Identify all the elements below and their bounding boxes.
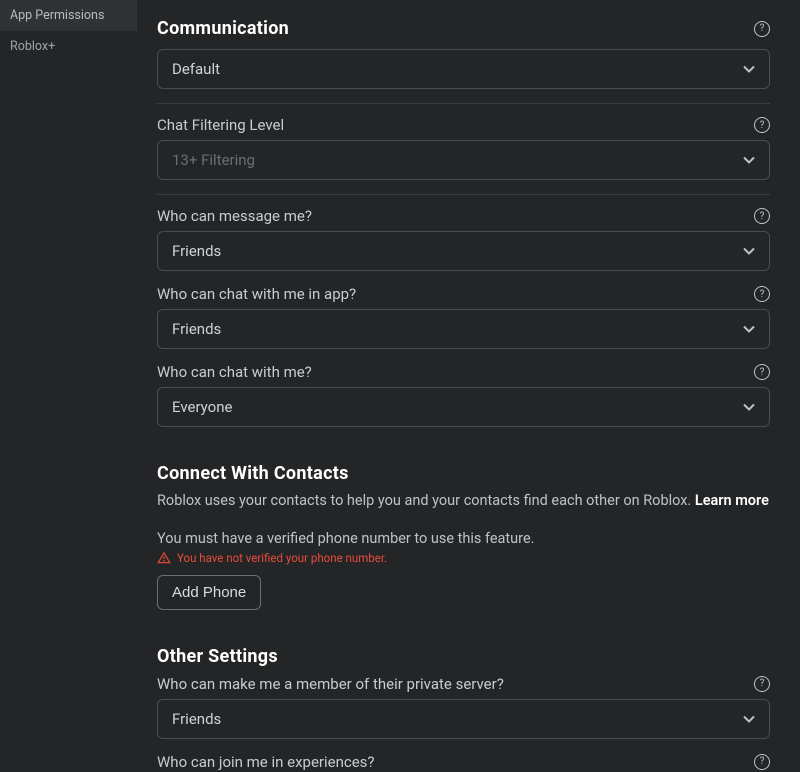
join-experiences-label-row: Who can join me in experiences? ? [157, 753, 770, 771]
sidebar-item-roblox-plus[interactable]: Roblox+ [0, 31, 137, 62]
select-value: Friends [172, 320, 221, 338]
select-value: 13+ Filtering [172, 151, 255, 169]
who-chat-app-label-row: Who can chat with me in app? ? [157, 285, 770, 303]
chat-filtering-select: 13+ Filtering [157, 140, 770, 180]
field-label: Who can make me a member of their privat… [157, 675, 504, 693]
select-value: Friends [172, 242, 221, 260]
main-content: Communication ? Default Chat Filtering L… [137, 0, 800, 772]
who-chat-select[interactable]: Everyone [157, 387, 770, 427]
private-server-label-row: Who can make me a member of their privat… [157, 675, 770, 693]
who-chat-label-row: Who can chat with me? ? [157, 363, 770, 381]
add-phone-button[interactable]: Add Phone [157, 575, 261, 610]
contacts-title: Connect With Contacts [157, 463, 770, 484]
field-label: Who can join me in experiences? [157, 753, 375, 771]
communication-title: Communication [157, 18, 289, 39]
contacts-description: Roblox uses your contacts to help you an… [157, 490, 770, 512]
other-settings-section: Other Settings Who can make me a member … [157, 646, 770, 772]
warning-icon [157, 551, 171, 565]
chevron-down-icon [743, 401, 755, 413]
help-icon[interactable]: ? [754, 117, 770, 133]
chevron-down-icon [743, 154, 755, 166]
divider [157, 194, 770, 195]
chevron-down-icon [743, 245, 755, 257]
select-value: Default [172, 60, 220, 78]
help-icon[interactable]: ? [754, 208, 770, 224]
chevron-down-icon [743, 323, 755, 335]
help-icon[interactable]: ? [754, 364, 770, 380]
chevron-down-icon [743, 713, 755, 725]
requirement-text: You must have a verified phone number to… [157, 530, 770, 547]
sidebar: App Permissions Roblox+ [0, 0, 137, 772]
chevron-down-icon [743, 63, 755, 75]
select-value: Everyone [172, 398, 232, 416]
divider [157, 103, 770, 104]
field-label: Who can chat with me? [157, 363, 312, 381]
who-chat-app-select[interactable]: Friends [157, 309, 770, 349]
field-label: Chat Filtering Level [157, 116, 284, 134]
warning-text: You have not verified your phone number. [177, 551, 387, 565]
help-icon[interactable]: ? [754, 286, 770, 302]
select-value: Friends [172, 710, 221, 728]
communication-default-select[interactable]: Default [157, 49, 770, 89]
warning-row: You have not verified your phone number. [157, 551, 770, 565]
learn-more-link[interactable]: Learn more [695, 492, 769, 509]
sidebar-item-app-permissions[interactable]: App Permissions [0, 0, 137, 31]
communication-header: Communication ? [157, 18, 770, 39]
desc-text: Roblox uses your contacts to help you an… [157, 492, 695, 509]
private-server-select[interactable]: Friends [157, 699, 770, 739]
contacts-section: Connect With Contacts Roblox uses your c… [157, 463, 770, 610]
help-icon[interactable]: ? [754, 21, 770, 37]
who-message-label-row: Who can message me? ? [157, 207, 770, 225]
help-icon[interactable]: ? [754, 754, 770, 770]
chat-filtering-label-row: Chat Filtering Level ? [157, 116, 770, 134]
help-icon[interactable]: ? [754, 676, 770, 692]
field-label: Who can message me? [157, 207, 312, 225]
field-label: Who can chat with me in app? [157, 285, 356, 303]
who-message-select[interactable]: Friends [157, 231, 770, 271]
other-settings-title: Other Settings [157, 646, 770, 667]
